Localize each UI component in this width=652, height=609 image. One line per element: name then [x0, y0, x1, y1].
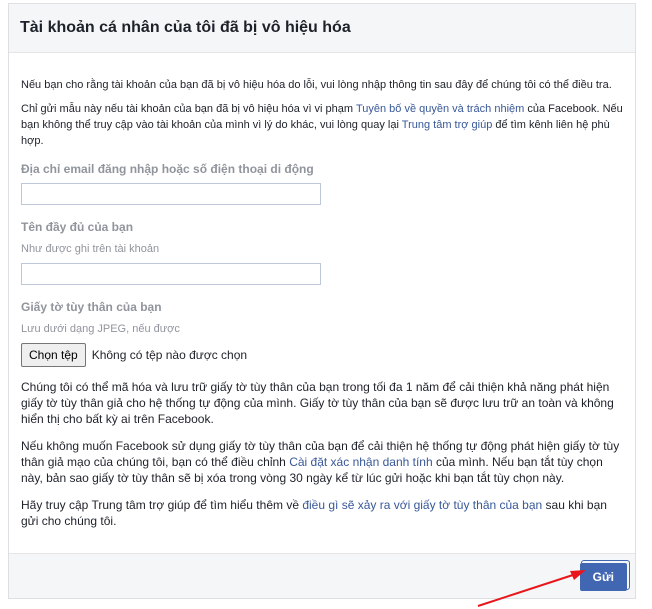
arrow-shaft [477, 573, 577, 607]
arrow-head [570, 570, 586, 580]
annotation-arrow-icon [477, 570, 586, 607]
